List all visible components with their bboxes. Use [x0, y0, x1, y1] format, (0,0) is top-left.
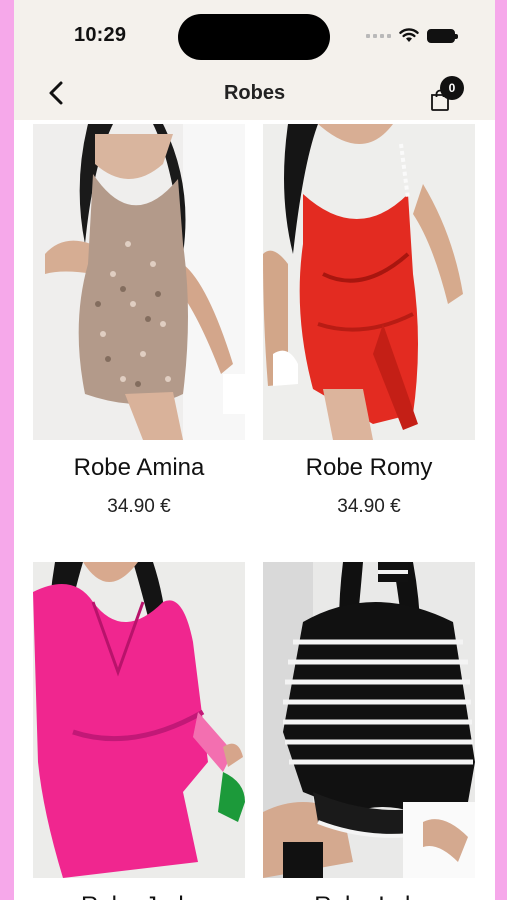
- wifi-icon: [399, 28, 419, 42]
- signal-icon: [366, 33, 391, 38]
- product-price: 34.90 €: [337, 496, 401, 517]
- battery-icon: [427, 28, 458, 43]
- product-price: 34.90 €: [107, 496, 171, 517]
- status-icons: [366, 28, 458, 43]
- product-card[interactable]: Robe Amina 34.90 €: [33, 124, 245, 518]
- top-bar: 10:29 Robes 0: [14, 0, 495, 120]
- product-name: Robe Lola: [263, 892, 475, 900]
- product-card[interactable]: Robe Lola: [263, 562, 475, 900]
- dynamic-island: [178, 14, 330, 60]
- cart-count-badge: 0: [440, 76, 464, 100]
- product-card[interactable]: Robe Romy 34.90 €: [263, 124, 475, 518]
- status-time: 10:29: [74, 24, 127, 46]
- product-image: [263, 562, 475, 878]
- product-image: [33, 124, 245, 440]
- product-image: [33, 562, 245, 878]
- phone-screen: 10:29 Robes 0 Robe Amina 34.90 € Robe Ro…: [14, 0, 495, 900]
- product-name: Robe Romy: [305, 454, 433, 481]
- product-card[interactable]: Robe Jade: [33, 562, 245, 900]
- product-name: Robe Jade: [33, 892, 245, 900]
- product-name: Robe Amina: [73, 454, 205, 481]
- product-image: [263, 124, 475, 440]
- page-title: Robes: [223, 82, 286, 104]
